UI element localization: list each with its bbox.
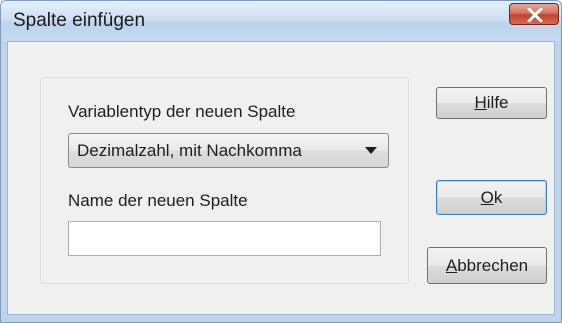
variable-type-label: Variablentyp der neuen Spalte <box>68 102 296 121</box>
help-button-label: ilfe <box>486 93 509 112</box>
help-button-mnemonic: H <box>474 93 487 112</box>
help-button[interactable]: Hilfe <box>436 87 547 119</box>
close-button[interactable] <box>509 3 559 25</box>
ok-button-mnemonic: O <box>480 188 494 207</box>
chevron-down-icon <box>365 147 377 154</box>
window-title: Spalte einfügen <box>13 10 146 31</box>
close-x-icon <box>527 8 543 22</box>
ok-button-label: k <box>493 188 503 207</box>
dialog-window: Spalte einfügen Variablentyp der neuen S… <box>0 0 562 323</box>
title-bar[interactable]: Spalte einfügen <box>1 1 561 41</box>
column-name-label: Name der neuen Spalte <box>68 191 248 210</box>
variable-type-selected-value: Dezimalzahl, mit Nachkomma <box>77 141 302 160</box>
variable-type-dropdown[interactable]: Dezimalzahl, mit Nachkomma <box>68 133 389 168</box>
cancel-button[interactable]: Abbrechen <box>427 247 547 284</box>
ok-button[interactable]: Ok <box>436 180 547 215</box>
column-name-input[interactable] <box>68 221 381 256</box>
cancel-button-label: bbrechen <box>457 256 529 275</box>
dialog-client-area: Variablentyp der neuen Spalte Dezimalzah… <box>7 41 555 315</box>
cancel-button-mnemonic: A <box>445 256 458 275</box>
